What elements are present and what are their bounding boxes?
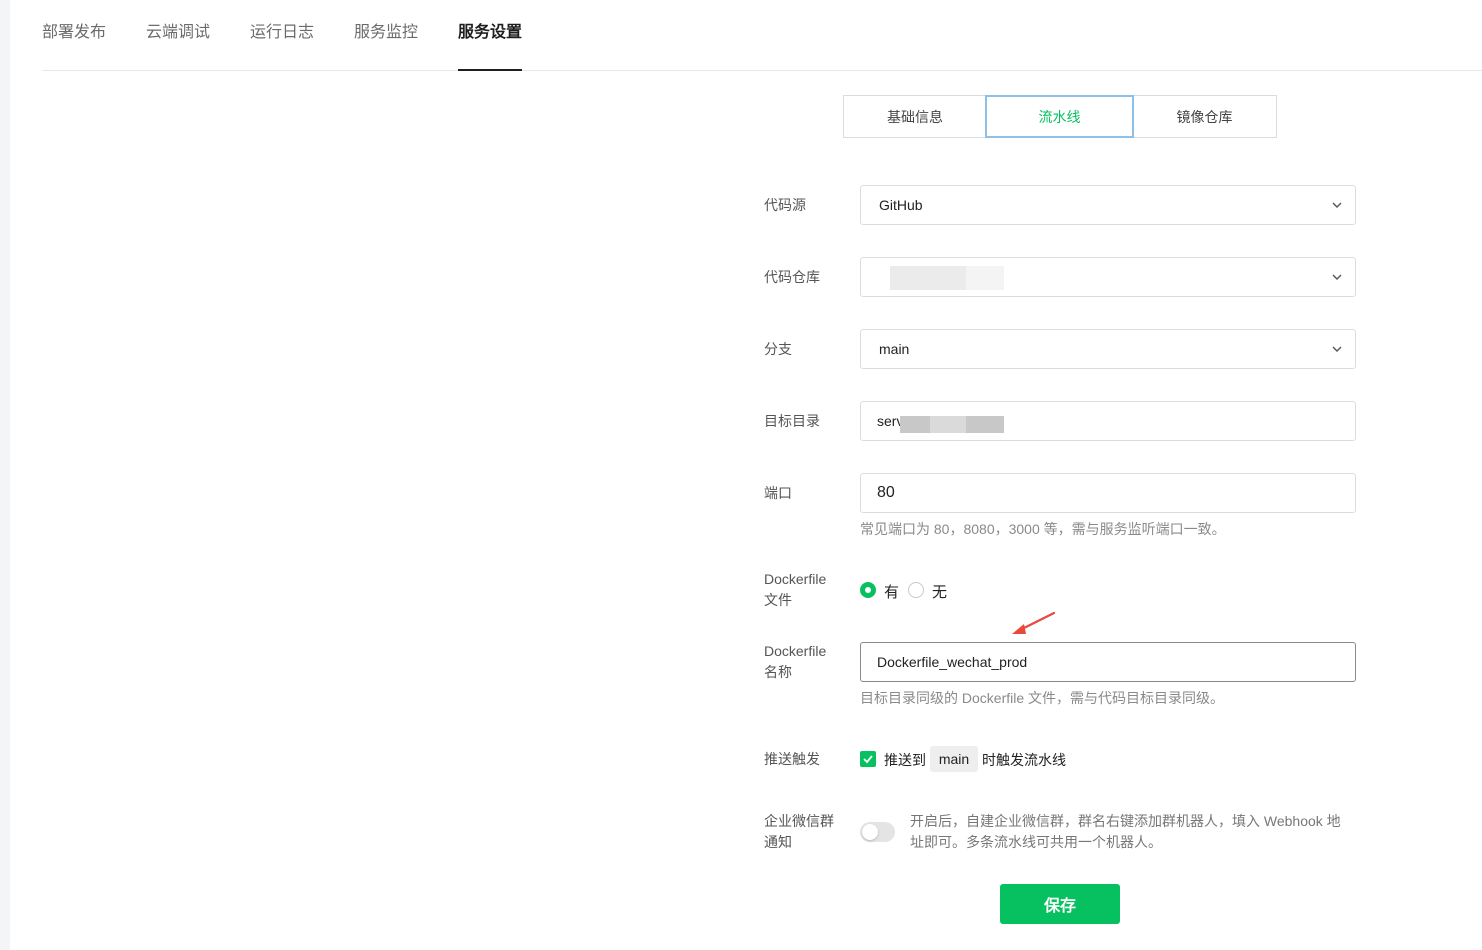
dockerfile-yes-label: 有 bbox=[884, 584, 900, 601]
port-input[interactable]: 80 bbox=[860, 473, 1356, 513]
dockerfile-name-label: Dockerfile 名称 bbox=[764, 641, 826, 683]
port-value: 80 bbox=[877, 484, 895, 501]
dockerfile-name-hint: 目标目录同级的 Dockerfile 文件，需与代码目标目录同级。 bbox=[860, 690, 1225, 706]
wecom-label: 企业微信群 通知 bbox=[764, 811, 834, 853]
chevron-down-icon bbox=[1332, 346, 1342, 352]
repo-label: 代码仓库 bbox=[764, 269, 820, 285]
top-tab-bar: 部署发布 云端调试 运行日志 服务监控 服务设置 bbox=[42, 0, 1482, 71]
save-button[interactable]: 保存 bbox=[1000, 884, 1120, 924]
segment-image-repo[interactable]: 镜像仓库 bbox=[1132, 95, 1277, 138]
wecom-label-line2: 通知 bbox=[764, 834, 792, 850]
tab-logs[interactable]: 运行日志 bbox=[250, 18, 314, 70]
dockerfile-label: Dockerfile 文件 bbox=[764, 569, 826, 611]
redacted-area bbox=[930, 416, 966, 433]
check-icon bbox=[863, 755, 873, 764]
dockerfile-name-value: Dockerfile_wechat_prod bbox=[877, 654, 1028, 670]
port-label: 端口 bbox=[764, 485, 792, 501]
dockerfile-no-radio[interactable] bbox=[908, 582, 924, 598]
dockerfile-name-input[interactable]: Dockerfile_wechat_prod bbox=[860, 642, 1356, 682]
tab-monitor[interactable]: 服务监控 bbox=[354, 18, 418, 70]
chevron-down-icon bbox=[1332, 274, 1342, 280]
wecom-notify-hint: 开启后，自建企业微信群，群名右键添加群机器人，填入 Webhook 地址即可。多… bbox=[910, 813, 1341, 850]
target-dir-label: 目标目录 bbox=[764, 413, 820, 429]
source-select[interactable]: GitHub bbox=[860, 185, 1356, 225]
push-trigger-checkbox[interactable] bbox=[860, 751, 876, 767]
tab-settings[interactable]: 服务设置 bbox=[458, 18, 523, 71]
chevron-down-icon bbox=[1332, 202, 1342, 208]
dockerfile-name-label-line1: Dockerfile bbox=[764, 643, 827, 659]
wecom-label-line1: 企业微信群 bbox=[764, 813, 834, 829]
dockerfile-yes-radio[interactable] bbox=[860, 582, 876, 598]
push-branch-chip: main bbox=[930, 746, 978, 772]
dockerfile-no-label: 无 bbox=[932, 584, 948, 601]
wecom-notify-toggle[interactable] bbox=[860, 822, 895, 842]
segment-pipeline[interactable]: 流水线 bbox=[985, 95, 1134, 138]
push-prefix-text: 推送到 bbox=[884, 752, 926, 768]
branch-value: main bbox=[879, 341, 910, 357]
dockerfile-label-line2: 文件 bbox=[764, 592, 792, 608]
dockerfile-name-label-line2: 名称 bbox=[764, 664, 792, 680]
push-suffix-text: 时触发流水线 bbox=[982, 752, 1066, 768]
push-trigger-label: 推送触发 bbox=[764, 751, 820, 767]
tab-cloud-debug[interactable]: 云端调试 bbox=[146, 18, 210, 70]
port-hint: 常见端口为 80，8080，3000 等，需与服务监听端口一致。 bbox=[860, 521, 1226, 537]
tab-deploy[interactable]: 部署发布 bbox=[42, 18, 106, 70]
annotation-arrow-icon bbox=[1012, 611, 1056, 634]
left-strip bbox=[0, 0, 10, 950]
source-value: GitHub bbox=[879, 197, 923, 213]
dockerfile-label-line1: Dockerfile bbox=[764, 571, 827, 587]
source-label: 代码源 bbox=[764, 197, 806, 213]
segment-basic-info[interactable]: 基础信息 bbox=[843, 95, 987, 138]
branch-label: 分支 bbox=[764, 341, 792, 357]
branch-select[interactable]: main bbox=[860, 329, 1356, 369]
redacted-area bbox=[890, 266, 966, 290]
